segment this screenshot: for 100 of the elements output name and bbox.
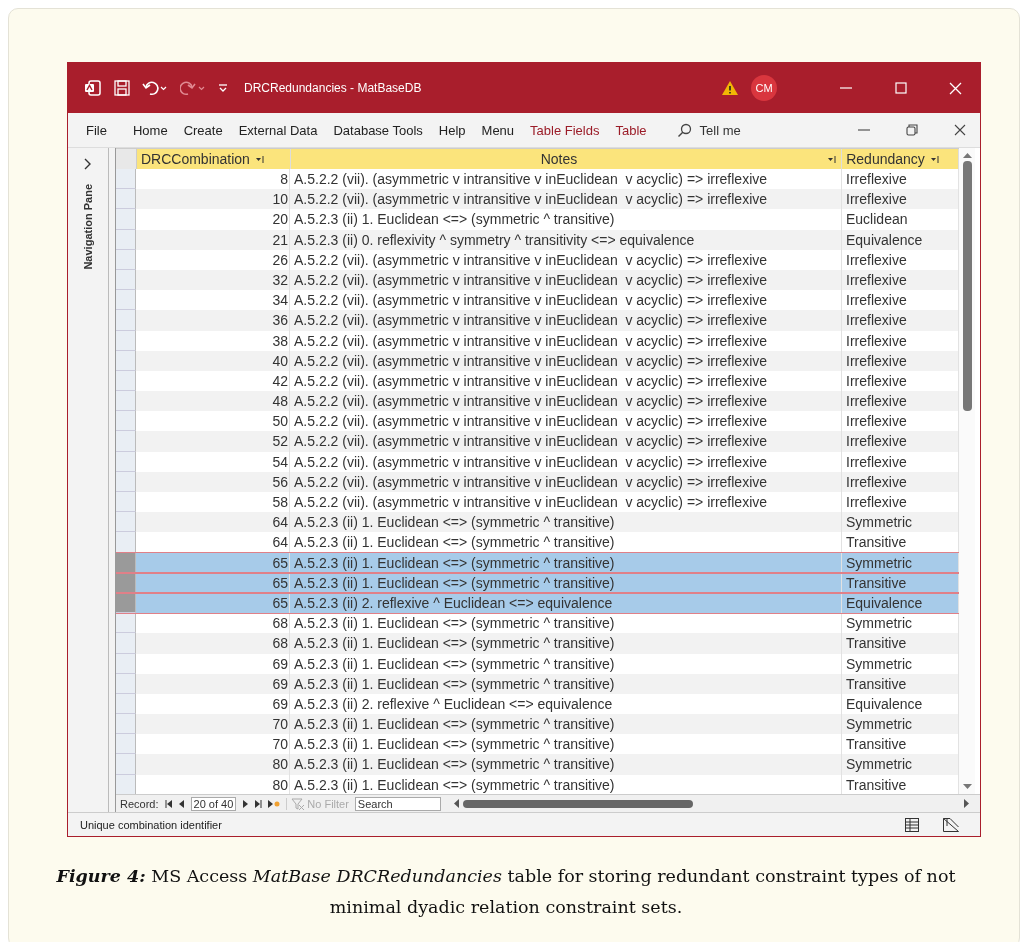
table-row[interactable]: 68 A.5.2.3 (ii) 1. Euclidean <=> (symmetric ^ transitive) Symmetric (116, 613, 959, 634)
ribbon-tab[interactable]: Home (124, 122, 176, 138)
scroll-right-icon[interactable] (963, 799, 970, 808)
table-row[interactable]: 38 A.5.2.2 (vii). (asymmetric v intransitive v inEuclidean v acyclic) => irreflexive Irreflexive (116, 330, 959, 351)
record-selector[interactable] (116, 754, 136, 775)
undo-icon[interactable] (142, 80, 168, 96)
previous-record-icon[interactable] (178, 799, 185, 808)
vertical-scrollbar[interactable] (959, 148, 975, 795)
record-selector[interactable] (116, 734, 136, 755)
record-selector[interactable] (116, 350, 136, 371)
table-row[interactable]: 69 A.5.2.3 (ii) 1. Euclidean <=> (symmetric ^ transitive) Symmetric (116, 653, 959, 674)
table-row[interactable]: 80 A.5.2.3 (ii) 1. Euclidean <=> (symmetric ^ transitive) Transitive (116, 774, 959, 795)
record-selector[interactable] (116, 653, 136, 674)
table-row[interactable]: 36 A.5.2.2 (vii). (asymmetric v intransitive v inEuclidean v acyclic) => irreflexive Irreflexive (116, 310, 959, 331)
table-row[interactable]: 68 A.5.2.3 (ii) 1. Euclidean <=> (symmetric ^ transitive) Transitive (116, 633, 959, 654)
table-row[interactable]: 52 A.5.2.2 (vii). (asymmetric v intransitive v inEuclidean v acyclic) => irreflexive Irreflexive (116, 431, 959, 452)
record-selector[interactable] (116, 249, 136, 270)
record-selector[interactable] (116, 613, 136, 634)
record-selector[interactable] (116, 189, 136, 210)
table-row[interactable]: 65 A.5.2.3 (ii) 1. Euclidean <=> (symmetric ^ transitive) Symmetric (116, 552, 959, 573)
scroll-left-icon[interactable] (452, 799, 460, 808)
table-row[interactable]: 70 A.5.2.3 (ii) 1. Euclidean <=> (symmetric ^ transitive) Transitive (116, 734, 959, 755)
table-row[interactable]: 56 A.5.2.2 (vii). (asymmetric v intransitive v inEuclidean v acyclic) => irreflexive Irreflexive (116, 471, 959, 492)
ribbon-tab[interactable]: Database Tools (325, 122, 431, 138)
record-selector[interactable] (116, 714, 136, 735)
record-selector[interactable] (116, 774, 136, 795)
record-selector[interactable] (116, 673, 136, 694)
design-view-icon[interactable] (942, 816, 960, 833)
next-record-icon[interactable] (242, 799, 249, 808)
table-row[interactable]: 80 A.5.2.3 (ii) 1. Euclidean <=> (symmetric ^ transitive) Symmetric (116, 754, 959, 775)
table-row[interactable]: 50 A.5.2.2 (vii). (asymmetric v intransitive v inEuclidean v acyclic) => irreflexive Irreflexive (116, 411, 959, 432)
table-row[interactable]: 65 A.5.2.3 (ii) 2. reflexive ^ Euclidean <=> equivalence Equivalence (116, 592, 959, 614)
table-row[interactable]: 54 A.5.2.2 (vii). (asymmetric v intransitive v inEuclidean v acyclic) => irreflexive Irreflexive (116, 451, 959, 472)
datasheet-view-icon[interactable] (904, 816, 920, 833)
table-row[interactable]: 70 A.5.2.3 (ii) 1. Euclidean <=> (symmetric ^ transitive) Symmetric (116, 714, 959, 735)
ribbon-tab[interactable]: Help (430, 122, 474, 138)
record-selector[interactable] (116, 693, 136, 715)
ribbon-tab[interactable]: File (78, 122, 115, 138)
table-row[interactable]: 20 A.5.2.3 (ii) 1. Euclidean <=> (symmetric ^ transitive) Euclidean (116, 209, 959, 230)
first-record-icon[interactable] (164, 799, 173, 808)
record-selector[interactable] (116, 269, 136, 291)
table-row[interactable]: 64 A.5.2.3 (ii) 1. Euclidean <=> (symmetric ^ transitive) Transitive (116, 532, 959, 553)
record-selector[interactable] (116, 310, 136, 331)
table-row[interactable]: 48 A.5.2.2 (vii). (asymmetric v intransitive v inEuclidean v acyclic) => irreflexive Irreflexive (116, 391, 959, 412)
record-selector[interactable] (116, 411, 136, 432)
scroll-down-icon[interactable] (962, 783, 972, 791)
search-icon[interactable] (676, 122, 692, 138)
record-selector[interactable] (116, 512, 136, 533)
record-selector[interactable] (116, 492, 136, 513)
record-selector[interactable] (116, 471, 136, 492)
maximize-icon[interactable] (895, 82, 907, 94)
sort-filter-icon[interactable] (828, 154, 838, 164)
scrollbar-thumb[interactable] (462, 799, 693, 808)
new-record-icon[interactable] (268, 799, 281, 808)
ribbon-tab[interactable]: Table (607, 122, 655, 138)
table-row[interactable]: 21 A.5.2.3 (ii) 0. reflexivity ^ symmetry ^ transitivity <=> equivalence Equivalence (116, 229, 959, 250)
table-row[interactable]: 58 A.5.2.2 (vii). (asymmetric v intransitive v inEuclidean v acyclic) => irreflexive Irreflexive (116, 492, 959, 513)
tell-me-field[interactable]: Tell me (699, 122, 741, 138)
table-row[interactable]: 69 A.5.2.3 (ii) 1. Euclidean <=> (symmetric ^ transitive) Transitive (116, 673, 959, 694)
expand-chevron-icon[interactable] (84, 158, 92, 170)
scroll-up-icon[interactable] (962, 152, 972, 159)
sort-filter-icon[interactable] (255, 154, 265, 164)
ribbon-tab[interactable]: Create (175, 122, 231, 138)
record-selector[interactable] (116, 532, 136, 553)
table-row[interactable]: 34 A.5.2.2 (vii). (asymmetric v intransitive v inEuclidean v acyclic) => irreflexive Irreflexive (116, 290, 959, 311)
save-icon[interactable] (114, 80, 130, 96)
select-all-corner[interactable] (116, 149, 137, 169)
record-selector[interactable] (116, 431, 136, 452)
record-position-field[interactable]: 20 of 40 (190, 796, 237, 811)
table-row[interactable]: 26 A.5.2.2 (vii). (asymmetric v intransitive v inEuclidean v acyclic) => irreflexive Irreflexive (116, 249, 959, 270)
record-selector[interactable] (116, 330, 136, 351)
table-row[interactable]: 42 A.5.2.2 (vii). (asymmetric v intransitive v inEuclidean v acyclic) => irreflexive Irreflexive (116, 370, 959, 392)
record-selector[interactable] (116, 633, 136, 654)
ribbon-tab[interactable]: Table Fields (522, 122, 608, 138)
record-selector[interactable] (116, 451, 136, 472)
restore-icon[interactable] (906, 124, 918, 136)
table-row[interactable]: 69 A.5.2.3 (ii) 2. reflexive ^ Euclidean <=> equivalence Equivalence (116, 693, 959, 715)
last-record-icon[interactable] (254, 799, 263, 808)
close-icon[interactable] (954, 124, 966, 136)
record-selector[interactable] (116, 391, 136, 412)
table-row[interactable]: 8 A.5.2.2 (vii). (asymmetric v intransitive v inEuclidean v acyclic) => irreflexive Irreflexive (116, 169, 959, 190)
table-row[interactable]: 10 A.5.2.2 (vii). (asymmetric v intransitive v inEuclidean v acyclic) => irreflexive Irreflexive (116, 189, 959, 210)
table-row[interactable]: 64 A.5.2.3 (ii) 1. Euclidean <=> (symmetric ^ transitive) Symmetric (116, 512, 959, 533)
ribbon-tab[interactable]: External Data (230, 122, 326, 138)
table-row[interactable]: 32 A.5.2.2 (vii). (asymmetric v intransitive v inEuclidean v acyclic) => irreflexive Irreflexive (116, 269, 959, 291)
warning-icon[interactable] (721, 80, 739, 96)
customize-caret-icon[interactable] (218, 83, 228, 93)
ribbon-tab[interactable]: Menu (473, 122, 523, 138)
record-selector[interactable] (116, 572, 136, 593)
redo-icon[interactable] (180, 80, 206, 96)
scrollbar-thumb[interactable] (962, 161, 972, 411)
table-row[interactable]: 40 A.5.2.2 (vii). (asymmetric v intransitive v inEuclidean v acyclic) => irreflexive Irreflexive (116, 350, 959, 371)
table-row[interactable]: 65 A.5.2.3 (ii) 1. Euclidean <=> (symmetric ^ transitive) Transitive (116, 572, 959, 593)
record-selector[interactable] (116, 209, 136, 230)
record-selector[interactable] (116, 592, 136, 614)
search-field[interactable]: Search (354, 796, 441, 811)
record-selector[interactable] (116, 290, 136, 311)
record-selector[interactable] (116, 229, 136, 250)
record-selector[interactable] (116, 169, 136, 190)
sort-filter-icon[interactable] (930, 154, 940, 164)
